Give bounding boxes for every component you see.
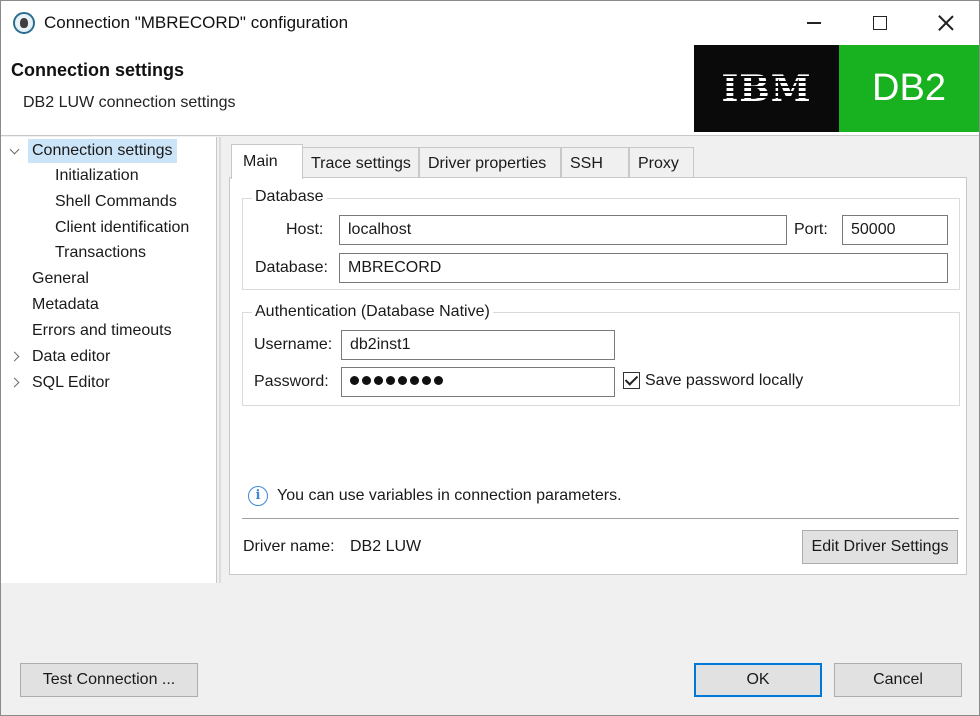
test-connection-button[interactable]: Test Connection ... [20,663,198,697]
tab-ssh[interactable]: SSH [561,147,629,178]
maximize-icon [873,16,887,30]
dbeaver-app-icon [13,12,35,34]
separator [242,518,959,519]
page-header: Connection settings DB2 LUW connection s… [1,45,979,136]
nav-item-data-editor[interactable]: Data editor [28,345,114,369]
maximize-button[interactable] [847,1,913,45]
cancel-button[interactable]: Cancel [834,663,962,697]
database-label: Database: [255,259,328,276]
edit-driver-settings-button[interactable]: Edit Driver Settings [802,530,958,564]
port-input[interactable] [842,215,948,245]
password-mask-dot [398,376,407,385]
settings-nav-tree: Connection settings Initialization Shell… [1,137,217,583]
title-bar: Connection "MBRECORD" configuration [1,1,979,45]
nav-item-sql-editor[interactable]: SQL Editor [28,371,114,395]
host-label: Host: [286,221,324,238]
ibm-db2-logo: IBM DB2 [694,45,979,132]
tab-proxy[interactable]: Proxy [629,147,694,178]
nav-item-errors-and-timeouts[interactable]: Errors and timeouts [28,319,176,343]
nav-item-general[interactable]: General [28,267,93,291]
database-input[interactable] [339,253,948,283]
password-mask-dot [410,376,419,385]
window-title: Connection "MBRECORD" configuration [44,13,349,32]
port-label: Port: [794,221,828,238]
driver-name-label: Driver name: [243,538,335,555]
password-mask-dot [374,376,383,385]
host-input[interactable] [339,215,787,245]
minimize-icon [807,22,821,24]
nav-splitter[interactable] [219,137,221,583]
password-mask-dot [350,376,359,385]
username-label: Username: [254,336,333,353]
database-group-title: Database [252,188,327,206]
db2-logo-text: DB2 [872,67,946,109]
page-title: Connection settings [11,60,185,80]
password-mask-dot [434,376,443,385]
ibm-logo-text: IBM [721,67,812,110]
collapsed-chevron-icon[interactable] [9,351,20,362]
password-input[interactable] [341,367,615,397]
nav-item-shell-commands[interactable]: Shell Commands [51,190,181,214]
authentication-group-title: Authentication (Database Native) [252,303,493,321]
page-subtitle: DB2 LUW connection settings [23,94,236,111]
close-icon [938,15,954,31]
connection-config-dialog: Connection "MBRECORD" configuration Conn… [0,0,980,716]
ibm-logo-block: IBM [694,45,839,132]
nav-item-connection-settings[interactable]: Connection settings [28,139,177,163]
nav-item-metadata[interactable]: Metadata [28,293,103,317]
nav-item-transactions[interactable]: Transactions [51,241,150,265]
password-mask-dot [422,376,431,385]
tab-main[interactable]: Main [231,144,303,179]
save-password-label[interactable]: Save password locally [645,372,803,390]
close-button[interactable] [913,1,979,45]
nav-item-initialization[interactable]: Initialization [51,164,143,188]
password-label: Password: [254,373,329,390]
tab-trace-settings[interactable]: Trace settings [302,147,419,178]
db2-logo-block: DB2 [839,45,979,132]
password-mask-dot [386,376,395,385]
password-mask-dot [362,376,371,385]
info-icon: i [248,486,268,506]
driver-name-value: DB2 LUW [350,538,422,555]
collapsed-chevron-icon[interactable] [9,377,20,388]
nav-item-client-identification[interactable]: Client identification [51,216,193,240]
expanded-chevron-icon[interactable] [9,144,20,155]
variables-info-text: You can use variables in connection para… [277,487,622,504]
tab-driver-properties[interactable]: Driver properties [419,147,561,178]
save-password-checkbox[interactable] [623,372,640,389]
ok-button[interactable]: OK [694,663,822,697]
password-mask [350,376,443,385]
username-input[interactable] [341,330,615,360]
minimize-button[interactable] [781,1,847,45]
